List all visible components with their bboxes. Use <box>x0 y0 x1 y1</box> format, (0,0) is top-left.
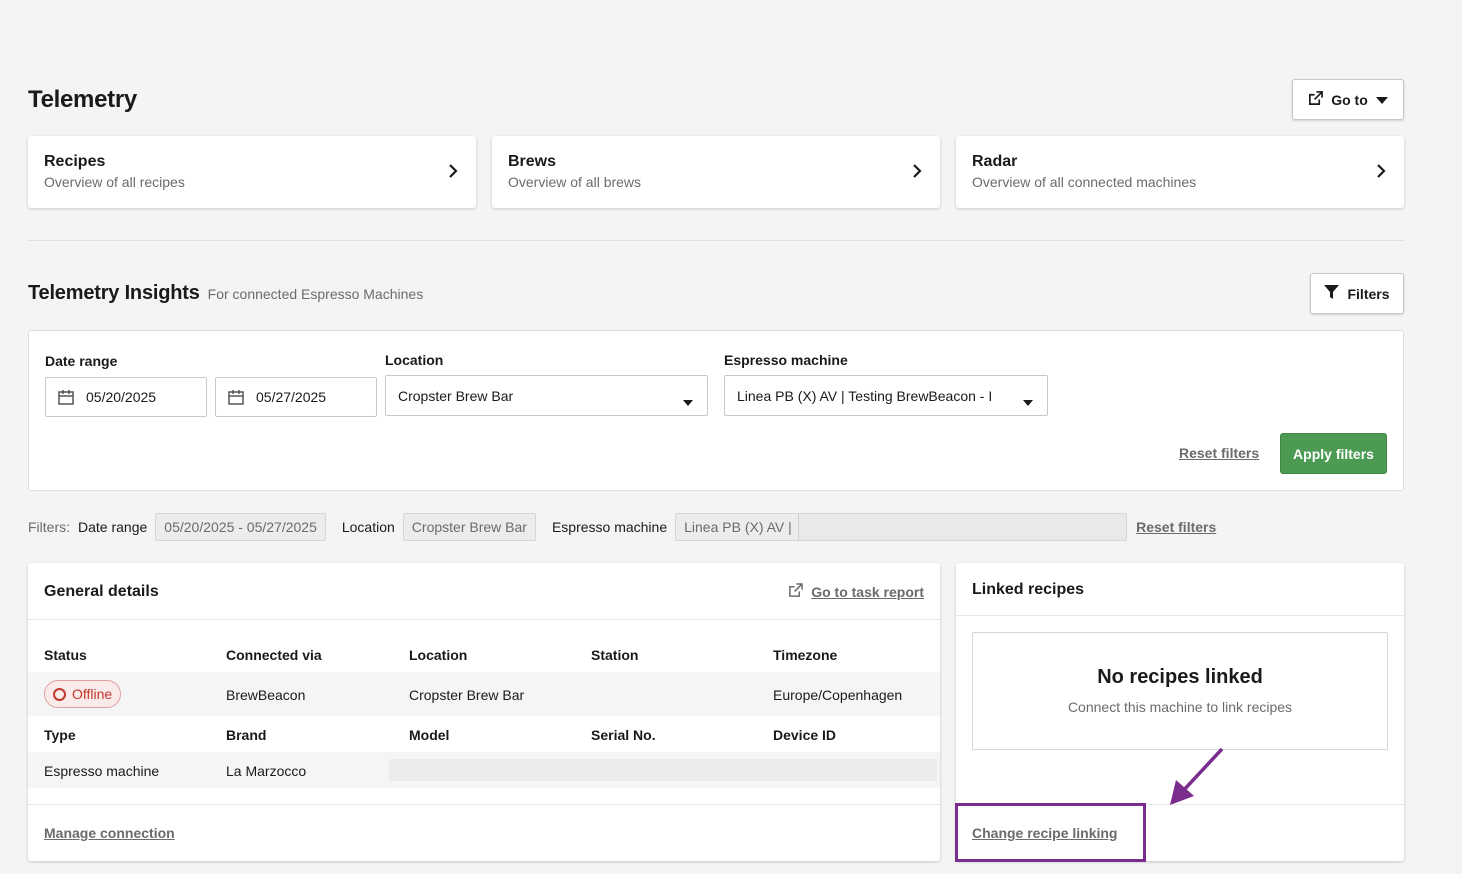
chevron-right-icon <box>1376 164 1386 183</box>
chevron-right-icon <box>912 164 922 183</box>
chip-date-value[interactable]: 05/20/2025 - 05/27/2025 <box>155 513 326 541</box>
nav-card-title: Radar <box>972 153 1018 170</box>
general-details-title: General details <box>44 583 159 600</box>
goto-button[interactable]: Go to <box>1292 79 1404 120</box>
section-divider <box>28 240 1404 241</box>
col-model: Model <box>409 727 450 743</box>
filters-button[interactable]: Filters <box>1310 273 1404 314</box>
date-from-value: 05/20/2025 <box>86 389 157 405</box>
location-select-value: Cropster Brew Bar <box>398 387 514 404</box>
location-value: Cropster Brew Bar <box>409 687 525 703</box>
model-placeholder-bar <box>389 759 937 781</box>
insights-title: Telemetry Insights <box>28 282 200 304</box>
col-type: Type <box>44 727 76 743</box>
col-connected-via: Connected via <box>226 647 322 663</box>
calendar-icon <box>228 389 244 405</box>
chip-location-value[interactable]: Cropster Brew Bar <box>402 513 536 541</box>
offline-icon <box>53 687 66 701</box>
filter-icon <box>1324 285 1340 302</box>
page-title: Telemetry <box>28 86 137 113</box>
col-location: Location <box>409 647 468 663</box>
nav-card-subtitle: Overview of all brews <box>508 174 642 190</box>
highlight-box <box>955 803 1146 862</box>
linked-recipes-title: Linked recipes <box>972 581 1085 598</box>
date-range-label: Date range <box>45 353 118 369</box>
card-separator <box>28 804 940 805</box>
nav-card-radar[interactable]: Radar Overview of all connected machines <box>956 136 1404 208</box>
empty-state-title: No recipes linked <box>1097 666 1263 688</box>
col-serial: Serial No. <box>591 727 656 743</box>
empty-state-subtitle: Connect this machine to link recipes <box>1067 699 1293 715</box>
task-report-link[interactable]: Go to task report <box>788 583 924 601</box>
brand-value: La Marzocco <box>226 763 307 779</box>
date-to-value: 05/27/2025 <box>256 389 327 405</box>
col-brand: Brand <box>226 727 267 743</box>
filters-label: Filters <box>1347 285 1390 302</box>
chip-location-label: Location <box>341 519 395 535</box>
connected-via-value: BrewBeacon <box>226 687 306 703</box>
timezone-value: Europe/Copenhagen <box>773 687 903 703</box>
type-value: Espresso machine <box>44 763 160 779</box>
reset-filters-link[interactable]: Reset filters <box>1179 445 1259 461</box>
nav-card-brews[interactable]: Brews Overview of all brews <box>492 136 940 208</box>
active-filters-row: Filters: Date range 05/20/2025 - 05/27/2… <box>28 513 1216 541</box>
col-status: Status <box>44 647 87 663</box>
card-separator <box>28 619 940 620</box>
chip-machine-text: Linea PB (X) AV | <box>676 514 799 540</box>
machine-label: Espresso machine <box>724 352 848 368</box>
insights-header: Telemetry Insights For connected Espress… <box>28 282 423 305</box>
chevron-right-icon <box>448 164 458 183</box>
machine-select[interactable]: Linea PB (X) AV | Testing BrewBeacon - I <box>724 375 1048 416</box>
external-link-icon <box>1308 90 1324 109</box>
date-to-input[interactable]: 05/27/2025 <box>215 377 377 417</box>
external-link-icon <box>788 583 804 601</box>
caret-down-icon <box>1375 92 1388 108</box>
location-label: Location <box>385 352 444 368</box>
general-details-card: General details Go to task report Status… <box>28 563 940 861</box>
annotation-arrow-icon <box>1170 747 1224 805</box>
chip-machine-value[interactable]: Linea PB (X) AV | <box>675 513 1128 541</box>
filter-panel: Date range 05/20/2025 05/27/2025 Locatio… <box>28 330 1404 491</box>
calendar-icon <box>58 389 74 405</box>
nav-card-subtitle: Overview of all recipes <box>44 174 185 190</box>
telemetry-page: Telemetry Go to Recipes Overview of all … <box>28 0 1404 874</box>
empty-state: No recipes linked Connect this machine t… <box>972 632 1388 750</box>
nav-card-subtitle: Overview of all connected machines <box>972 174 1197 190</box>
caret-down-icon <box>1023 393 1033 409</box>
task-report-label: Go to task report <box>811 584 924 600</box>
col-station: Station <box>591 647 639 663</box>
chip-machine-label: Espresso machine <box>551 519 668 535</box>
status-value: Offline <box>72 686 113 702</box>
reset-filters-link-row[interactable]: Reset filters <box>1136 519 1216 535</box>
apply-filters-button[interactable]: Apply filters <box>1280 433 1387 474</box>
goto-label: Go to <box>1331 91 1368 108</box>
filters-prefix: Filters: <box>28 519 70 535</box>
status-badge: Offline <box>44 680 122 708</box>
caret-down-icon <box>683 393 693 409</box>
nav-card-recipes[interactable]: Recipes Overview of all recipes <box>28 136 476 208</box>
location-select[interactable]: Cropster Brew Bar <box>385 375 708 416</box>
col-timezone: Timezone <box>773 647 838 663</box>
card-separator <box>956 615 1404 616</box>
nav-card-title: Recipes <box>44 153 106 170</box>
col-device-id: Device ID <box>773 727 837 743</box>
machine-select-value: Linea PB (X) AV | Testing BrewBeacon - I <box>737 387 993 404</box>
insights-subtitle: For connected Espresso Machines <box>207 286 424 302</box>
date-from-input[interactable]: 05/20/2025 <box>45 377 207 417</box>
nav-card-title: Brews <box>508 153 557 170</box>
linked-recipes-card: Linked recipes No recipes linked Connect… <box>955 563 1404 862</box>
chip-date-label: Date range <box>78 519 148 535</box>
manage-connection-link[interactable]: Manage connection <box>44 825 175 841</box>
